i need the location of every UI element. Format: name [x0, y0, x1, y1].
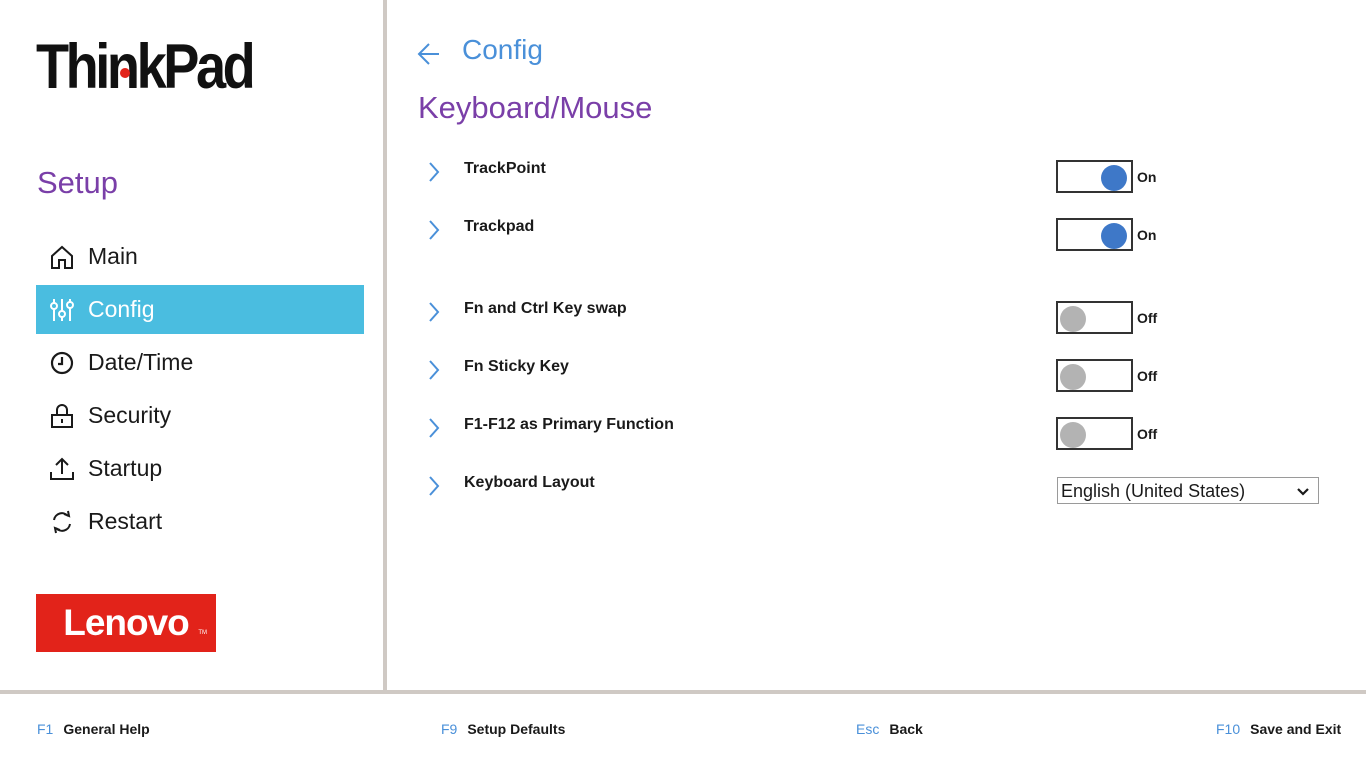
home-icon — [36, 244, 88, 270]
sidebar-item-label: Config — [88, 296, 155, 322]
setting-label[interactable]: Fn and Ctrl Key swap — [464, 300, 627, 318]
trackpoint-toggle[interactable] — [1056, 160, 1133, 193]
setting-row-f1-f12-primary: F1-F12 as Primary Function Off — [417, 416, 1337, 456]
sidebar-item-config[interactable]: Config — [36, 285, 364, 334]
footer-setup-defaults[interactable]: F9 Setup Defaults — [441, 721, 565, 737]
setting-row-trackpoint: TrackPoint On — [417, 160, 1337, 200]
chevron-right-icon[interactable] — [427, 219, 441, 241]
setting-row-fn-sticky-key: Fn Sticky Key Off — [417, 358, 1337, 398]
clock-icon — [36, 350, 88, 376]
back-arrow-icon[interactable] — [417, 40, 441, 68]
sidebar-item-label: Security — [88, 402, 172, 428]
thinkpad-logo: ThinkPad — [36, 32, 256, 102]
footer-save-exit[interactable]: F10 Save and Exit — [1216, 721, 1341, 737]
toggle-state-label: Off — [1137, 310, 1158, 326]
toggle-knob — [1101, 223, 1127, 249]
f1-f12-primary-toggle[interactable] — [1056, 417, 1133, 450]
lenovo-logo-text: Lenovo — [63, 602, 190, 643]
toggle-knob — [1060, 306, 1086, 332]
sliders-icon — [36, 297, 88, 323]
chevron-right-icon[interactable] — [427, 359, 441, 381]
restart-icon — [36, 509, 88, 535]
setting-label[interactable]: F1-F12 as Primary Function — [464, 416, 674, 434]
sidebar-item-main[interactable]: Main — [36, 232, 364, 281]
sidebar-item-label: Startup — [88, 455, 163, 481]
footer-key-label: Save and Exit — [1250, 721, 1342, 737]
toggle-state-label: On — [1137, 169, 1157, 185]
footer-key: F10 — [1216, 721, 1241, 737]
page-title: Keyboard/Mouse — [418, 90, 653, 125]
keyboard-layout-value: English (United States) — [1061, 481, 1246, 501]
sidebar-nav: Main Config Date/Time Security Startup R… — [36, 232, 364, 550]
chevron-right-icon[interactable] — [427, 301, 441, 323]
sidebar-item-startup[interactable]: Startup — [36, 444, 364, 493]
toggle-knob — [1101, 165, 1127, 191]
footer-bar: F1 General Help F9 Setup Defaults Esc Back … — [0, 694, 1366, 768]
footer-key: F9 — [441, 721, 458, 737]
chevron-down-icon — [1296, 484, 1310, 496]
setting-row-trackpad: Trackpad On — [417, 218, 1337, 258]
toggle-knob — [1060, 364, 1086, 390]
chevron-right-icon[interactable] — [427, 417, 441, 439]
fn-ctrl-swap-toggle[interactable] — [1056, 301, 1133, 334]
thinkpad-logo-text: ThinkPad — [36, 32, 256, 102]
chevron-right-icon[interactable] — [427, 161, 441, 183]
toggle-knob — [1060, 422, 1086, 448]
setting-label[interactable]: TrackPoint — [464, 160, 546, 178]
thinkpad-logo-dot — [120, 68, 130, 78]
fn-sticky-key-toggle[interactable] — [1056, 359, 1133, 392]
lenovo-logo: Lenovo TM — [36, 594, 216, 652]
upload-icon — [36, 456, 88, 482]
footer-key-label: Setup Defaults — [467, 721, 566, 737]
setup-title: Setup — [37, 165, 119, 200]
toggle-state-label: On — [1137, 227, 1157, 243]
breadcrumb[interactable]: Config — [462, 34, 543, 66]
sidebar-item-security[interactable]: Security — [36, 391, 364, 440]
footer-key-label: Back — [889, 721, 923, 737]
footer-back[interactable]: Esc Back — [856, 721, 923, 737]
chevron-right-icon[interactable] — [427, 475, 441, 497]
footer-key: F1 — [37, 721, 54, 737]
footer-general-help[interactable]: F1 General Help — [37, 721, 150, 737]
toggle-state-label: Off — [1137, 368, 1158, 384]
setting-label[interactable]: Keyboard Layout — [464, 474, 595, 492]
sidebar-item-label: Main — [88, 243, 138, 269]
lenovo-trademark: TM — [198, 630, 207, 636]
toggle-state-label: Off — [1137, 426, 1158, 442]
sidebar-item-label: Restart — [88, 508, 163, 534]
footer-key-label: General Help — [63, 721, 150, 737]
footer-key: Esc — [856, 721, 880, 737]
setting-label[interactable]: Trackpad — [464, 218, 534, 236]
setting-row-fn-ctrl-swap: Fn and Ctrl Key swap Off — [417, 300, 1337, 340]
main-panel: Config Keyboard/Mouse TrackPoint On Trac… — [387, 0, 1366, 690]
sidebar-item-restart[interactable]: Restart — [36, 497, 364, 546]
sidebar-item-label: Date/Time — [88, 349, 194, 375]
sidebar-item-datetime[interactable]: Date/Time — [36, 338, 364, 387]
trackpad-toggle[interactable] — [1056, 218, 1133, 251]
lock-icon — [36, 403, 88, 429]
sidebar: ThinkPad Setup Main Config Date/Time Sec… — [0, 0, 383, 690]
keyboard-layout-select[interactable]: English (United States) — [1057, 477, 1319, 504]
setting-label[interactable]: Fn Sticky Key — [464, 358, 569, 376]
